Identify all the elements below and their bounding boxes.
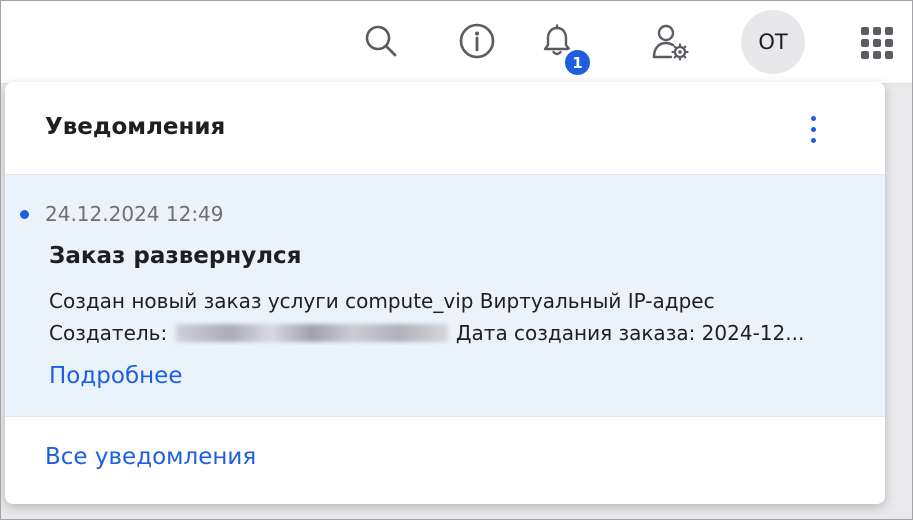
info-icon[interactable]	[455, 19, 499, 63]
notifications-dropdown: Уведомления 24.12.2024 12:49 Заказ разве…	[5, 82, 885, 504]
notification-count-badge: 1	[562, 47, 593, 78]
notifications-title: Уведомления	[45, 114, 226, 140]
notification-title: Заказ развернулся	[49, 243, 302, 269]
notification-timestamp: 24.12.2024 12:49	[45, 202, 224, 226]
user-avatar[interactable]: ОТ	[741, 10, 805, 74]
apps-grid-icon[interactable]	[857, 23, 897, 63]
redacted-creator-name	[175, 324, 448, 342]
top-bar: 1 ОТ	[1, 1, 912, 84]
more-options-icon[interactable]	[801, 110, 825, 148]
app-window: 1 ОТ Уведомления 24.12.2024 12:49 Заказ …	[0, 0, 913, 520]
user-settings-icon[interactable]	[647, 19, 693, 65]
notifications-header: Уведомления	[5, 82, 885, 175]
all-notifications-link[interactable]: Все уведомления	[45, 444, 256, 470]
details-link[interactable]: Подробнее	[49, 363, 182, 389]
search-icon[interactable]	[359, 19, 403, 63]
unread-indicator	[20, 210, 29, 219]
creator-label: Создатель:	[49, 321, 168, 345]
notification-text-line: Создан новый заказ услуги compute_vip Ви…	[49, 289, 715, 313]
notification-creator-line: Создатель: Дата создания заказа: 2024-12…	[49, 321, 849, 345]
notification-item[interactable]: 24.12.2024 12:49 Заказ развернулся Созда…	[5, 175, 885, 417]
order-date-label: Дата создания заказа: 2024-12...	[455, 321, 805, 345]
